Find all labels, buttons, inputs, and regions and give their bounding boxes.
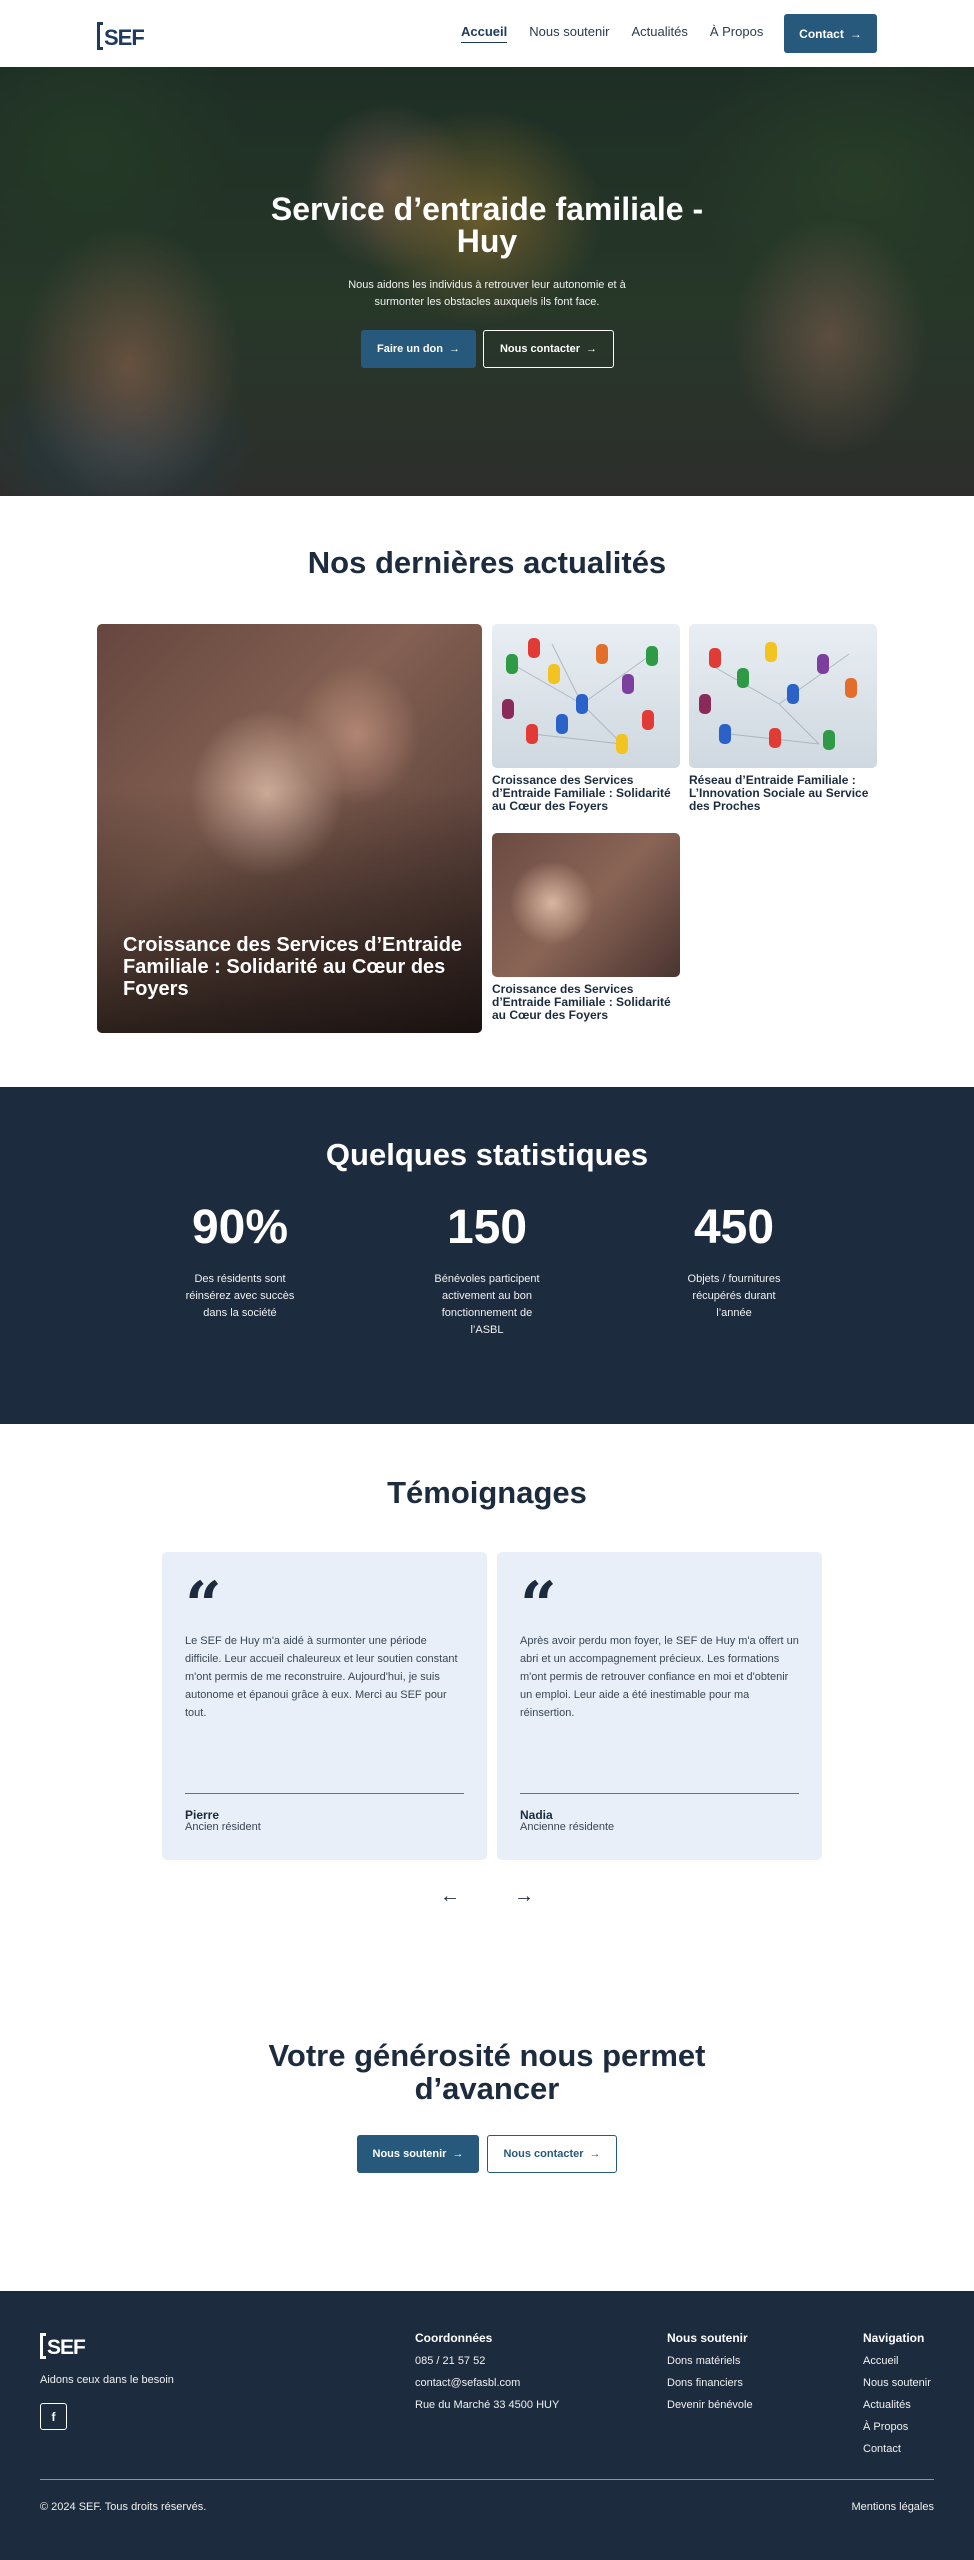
arrow-right-icon: → [449,343,460,355]
footer-divider [40,2479,934,2480]
footer-logo-text: SEF [47,2336,86,2359]
testimonial-name: Nadia [520,1808,553,1822]
footer-email[interactable]: contact@sefasbl.com [415,2377,520,2389]
site-header: SEF Accueil Nous soutenir Actualités À P… [0,0,974,67]
footer-address: Rue du Marché 33 4500 HUY [415,2399,560,2411]
site-footer: SEF Aidons ceux dans le besoin f Coordon… [0,2291,974,2560]
stat-value: 90% [191,1201,289,1254]
contact-button-label: Contact [799,26,844,41]
testimonial-role: Ancienne résidente [520,1821,615,1833]
contact-button[interactable]: Contact → [784,14,877,53]
testimonial-text: Le SEF de Huy m'a aidé à surmonter une p… [185,1635,458,1719]
nav-nous-soutenir[interactable]: Nous soutenir [529,24,609,43]
arrow-right-icon: → [452,2148,464,2160]
quote-icon: “ [185,1568,222,1643]
support-button-label: Nous soutenir [372,2148,447,2160]
cta-contact-button[interactable]: Nous contacter → [487,2135,617,2173]
arrow-left-icon[interactable]: ← [440,1885,460,1908]
pawns-network-image [699,642,857,750]
footer-link[interactable]: À Propos [863,2421,908,2433]
arrow-right-icon: → [589,2148,601,2160]
testimonial-card: “ Après avoir perdu mon foyer, le SEF de… [497,1552,822,1860]
testimonial-name: Pierre [185,1808,220,1822]
footer-support-title: Nous soutenir [667,2331,748,2345]
facebook-icon-glyph: f [51,2409,56,2424]
stat-label: Objets / fournitures récupérés durant l’… [687,1273,781,1319]
news-title: Nos dernières actualités [307,545,667,580]
news-image-hands[interactable] [492,833,680,977]
stat-value: 450 [693,1201,775,1254]
footer-link[interactable]: Nous soutenir [863,2377,931,2389]
pawns-network-image [502,638,658,754]
footer-legal-link[interactable]: Mentions légales [851,2501,934,2513]
footer-link[interactable]: Devenir bénévole [667,2399,753,2411]
footer-link[interactable]: Contact [863,2443,901,2455]
logo-bracket [97,22,103,50]
hero-subtitle: Nous aidons les individus à retrouver le… [348,279,626,308]
footer-tagline: Aidons ceux dans le besoin [40,2374,174,2386]
arrow-right-icon: → [849,26,862,41]
footer-copyright: © 2024 SEF. Tous droits réservés. [40,2501,207,2513]
featured-news-card[interactable]: Croissance des Services d’Entraide Famil… [97,624,482,1033]
hero-contact-button[interactable]: Nous contacter → [483,330,614,368]
donate-button-label: Faire un don [377,343,443,355]
stats-title: Quelques statistiques [325,1137,649,1172]
cta-title: Votre générosité nous permet d’avancer [268,2038,706,2106]
main-nav: Accueil Nous soutenir Actualités À Propo… [461,24,785,43]
cta-contact-button-label: Nous contacter [503,2148,584,2160]
testimonials-title: Témoignages [387,1475,587,1510]
stat-label: Des résidents sont réinsérez avec succès… [185,1273,295,1319]
footer-phone[interactable]: 085 / 21 57 52 [415,2355,485,2367]
hero-section: Service d’entraide familiale - Huy Nous … [0,67,974,496]
footer-link[interactable]: Dons matériels [667,2355,740,2367]
featured-news-caption: Croissance des Services d’Entraide Famil… [123,934,463,1000]
footer-nav-title: Navigation [863,2331,925,2345]
testimonial-text: Après avoir perdu mon foyer, le SEF de H… [520,1635,799,1719]
stat-label: Bénévoles participent activement au bon … [434,1273,540,1336]
quote-icon: “ [520,1568,557,1643]
stats-section: Quelques statistiques 90% Des résidents … [0,1087,974,1424]
testimonial-card: “ Le SEF de Huy m'a aidé à surmonter une… [162,1552,487,1860]
news-item-title[interactable]: Croissance des Services d’Entraide Famil… [492,774,687,813]
nav-a-propos[interactable]: À Propos [710,24,763,43]
donate-button[interactable]: Faire un don → [361,330,476,368]
support-button[interactable]: Nous soutenir → [357,2135,479,2173]
testimonial-role: Ancien résident [185,1821,261,1833]
news-item-title[interactable]: Réseau d’Entraide Familiale : L’Innovati… [689,774,884,813]
nav-actualites[interactable]: Actualités [631,24,687,43]
logo-text: SEF [104,25,145,50]
footer-logo[interactable]: SEF [40,2333,86,2359]
divider [185,1793,464,1794]
hero-title: Service d’entraide familiale - Huy [270,191,704,259]
stat-value: 150 [446,1201,528,1254]
news-item-title[interactable]: Croissance des Services d’Entraide Famil… [492,983,687,1022]
nav-accueil[interactable]: Accueil [461,24,508,43]
footer-link[interactable]: Dons financiers [667,2377,743,2389]
logo[interactable]: SEF [97,18,145,50]
divider [520,1793,799,1794]
arrow-right-icon: → [586,343,598,355]
news-image-pawns[interactable] [492,624,680,768]
news-image-pawns-2[interactable] [689,624,877,768]
arrow-right-icon[interactable]: → [514,1885,534,1908]
hero-contact-button-label: Nous contacter [499,343,581,355]
facebook-icon[interactable]: f [40,2403,67,2430]
footer-link[interactable]: Accueil [863,2355,898,2367]
footer-coords-title: Coordonnées [415,2331,493,2345]
footer-link[interactable]: Actualités [863,2399,911,2411]
logo-bracket [40,2333,46,2359]
